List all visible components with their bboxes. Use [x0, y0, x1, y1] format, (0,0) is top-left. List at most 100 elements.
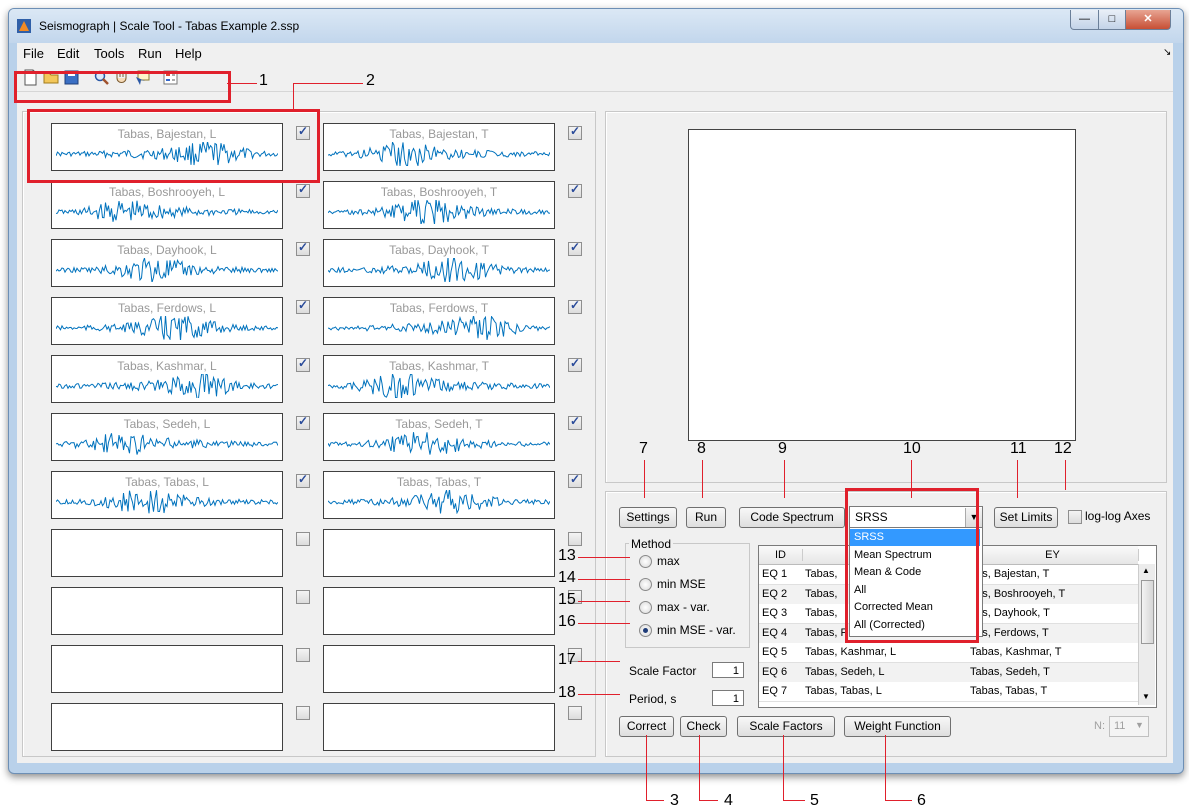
callout-number: 9 [778, 440, 787, 457]
signal-checkbox[interactable] [296, 590, 310, 604]
signal-plot[interactable]: Tabas, Sedeh, L [51, 413, 283, 461]
maximize-icon: □ [1108, 13, 1116, 25]
signal-title: Tabas, Kashmar, T [389, 359, 489, 373]
menu-help[interactable]: Help [175, 46, 202, 61]
signal-title: Tabas, Kashmar, L [117, 359, 217, 373]
signal-plot[interactable]: Tabas, Boshrooyeh, L [51, 181, 283, 229]
n-select[interactable]: 11 ▼ [1109, 716, 1149, 737]
signal-checkbox[interactable] [296, 182, 310, 198]
signal-checkbox[interactable] [568, 532, 582, 546]
signal-plot[interactable]: Tabas, Bajestan, T [323, 123, 555, 171]
minimize-button[interactable]: — [1070, 10, 1099, 30]
signal-plot[interactable]: Tabas, Ferdows, L [51, 297, 283, 345]
table-scrollbar[interactable]: ▲ ▼ [1138, 564, 1155, 705]
code-spectrum-button[interactable]: Code Spectrum [739, 507, 845, 528]
signal-checkbox[interactable] [568, 414, 582, 430]
spectrum-plot-axes[interactable] [688, 129, 1076, 441]
table-header-cell[interactable]: ID [759, 549, 803, 561]
signal-checkbox[interactable] [296, 298, 310, 314]
callout-number: 16 [558, 613, 576, 630]
callout-number: 8 [697, 440, 706, 457]
signal-plot[interactable]: Tabas, Kashmar, L [51, 355, 283, 403]
callout-line [784, 460, 785, 498]
scroll-thumb[interactable] [1141, 580, 1154, 644]
scroll-up-icon[interactable]: ▲ [1142, 566, 1150, 575]
signal-checkbox[interactable] [296, 472, 310, 488]
signal-plot[interactable]: Tabas, Ferdows, T [323, 297, 555, 345]
signal-title: Tabas, Sedeh, T [395, 417, 483, 431]
waveform [328, 316, 550, 340]
signal-plot[interactable] [323, 703, 555, 751]
callout-line [578, 557, 630, 558]
signal-title: Tabas, Tabas, L [125, 475, 209, 489]
table-cell: bas, Bajestan, T [970, 568, 1050, 580]
signal-checkbox[interactable] [568, 706, 582, 720]
signal-checkbox[interactable] [296, 356, 310, 372]
menu-file[interactable]: File [23, 46, 44, 61]
menu-run[interactable]: Run [138, 46, 162, 61]
correct-button[interactable]: Correct [619, 716, 674, 737]
table-header-cell[interactable]: EY [967, 549, 1139, 561]
run-button[interactable]: Run [686, 507, 726, 528]
close-button[interactable]: ✕ [1125, 10, 1171, 30]
callout-line [783, 735, 784, 801]
signal-plot[interactable]: Tabas, Boshrooyeh, T [323, 181, 555, 229]
signal-checkbox[interactable] [568, 182, 582, 198]
maximize-button[interactable]: □ [1098, 10, 1126, 30]
scroll-down-icon[interactable]: ▼ [1142, 692, 1150, 701]
method-radio[interactable] [639, 624, 652, 637]
close-icon: ✕ [1143, 13, 1153, 25]
set-limits-button[interactable]: Set Limits [994, 507, 1058, 528]
signal-checkbox[interactable] [568, 240, 582, 256]
callout-number: 1 [259, 72, 268, 89]
signal-checkbox[interactable] [296, 706, 310, 720]
callout-line [885, 800, 912, 801]
loglog-checkbox[interactable] [1068, 510, 1082, 524]
signal-plot[interactable] [51, 529, 283, 577]
signal-plot[interactable] [51, 587, 283, 635]
method-radio[interactable] [639, 601, 652, 614]
signal-plot[interactable]: Tabas, Sedeh, T [323, 413, 555, 461]
signal-title: Tabas, Sedeh, L [123, 417, 211, 431]
signal-checkbox[interactable] [296, 532, 310, 546]
period-input[interactable]: 1 [712, 690, 744, 706]
scale-factor-input[interactable]: 1 [712, 662, 744, 678]
menu-edit[interactable]: Edit [57, 46, 79, 61]
signal-checkbox[interactable] [296, 648, 310, 662]
signal-plot[interactable] [323, 645, 555, 693]
callout-number: 18 [558, 684, 576, 701]
signal-plot[interactable]: Tabas, Kashmar, T [323, 355, 555, 403]
signal-checkbox[interactable] [296, 414, 310, 430]
method-radio[interactable] [639, 578, 652, 591]
callout-line [578, 579, 630, 580]
method-radio[interactable] [639, 555, 652, 568]
signal-title: Tabas, Boshrooyeh, L [108, 185, 226, 199]
signal-title: Tabas, Dayhook, L [117, 243, 217, 257]
scale-factors-button[interactable]: Scale Factors [737, 716, 835, 737]
signal-checkbox[interactable] [296, 240, 310, 256]
signal-checkbox[interactable] [568, 124, 582, 140]
signal-checkbox[interactable] [568, 472, 582, 488]
signal-plot[interactable] [323, 587, 555, 635]
menu-tools[interactable]: Tools [94, 46, 124, 61]
signal-plot[interactable]: Tabas, Dayhook, T [323, 239, 555, 287]
check-button[interactable]: Check [680, 716, 727, 737]
weight-function-button[interactable]: Weight Function [844, 716, 951, 737]
signal-plot[interactable] [323, 529, 555, 577]
callout-number: 4 [724, 792, 733, 809]
waveform-line [56, 316, 278, 340]
method-option-label: min MSE [657, 577, 706, 591]
table-cell: EQ 2 [762, 587, 788, 600]
signal-checkbox[interactable] [568, 356, 582, 372]
signal-checkbox[interactable] [568, 298, 582, 314]
signal-plot[interactable] [51, 703, 283, 751]
signal-plot[interactable]: Tabas, Tabas, T [323, 471, 555, 519]
settings-button[interactable]: Settings [619, 507, 677, 528]
callout-line [911, 460, 912, 498]
dock-arrow-icon[interactable]: ↘ [1163, 47, 1171, 58]
callout-number: 7 [639, 440, 648, 457]
callout-number: 14 [558, 569, 576, 586]
signal-plot[interactable] [51, 645, 283, 693]
signal-plot[interactable]: Tabas, Dayhook, L [51, 239, 283, 287]
signal-plot[interactable]: Tabas, Tabas, L [51, 471, 283, 519]
